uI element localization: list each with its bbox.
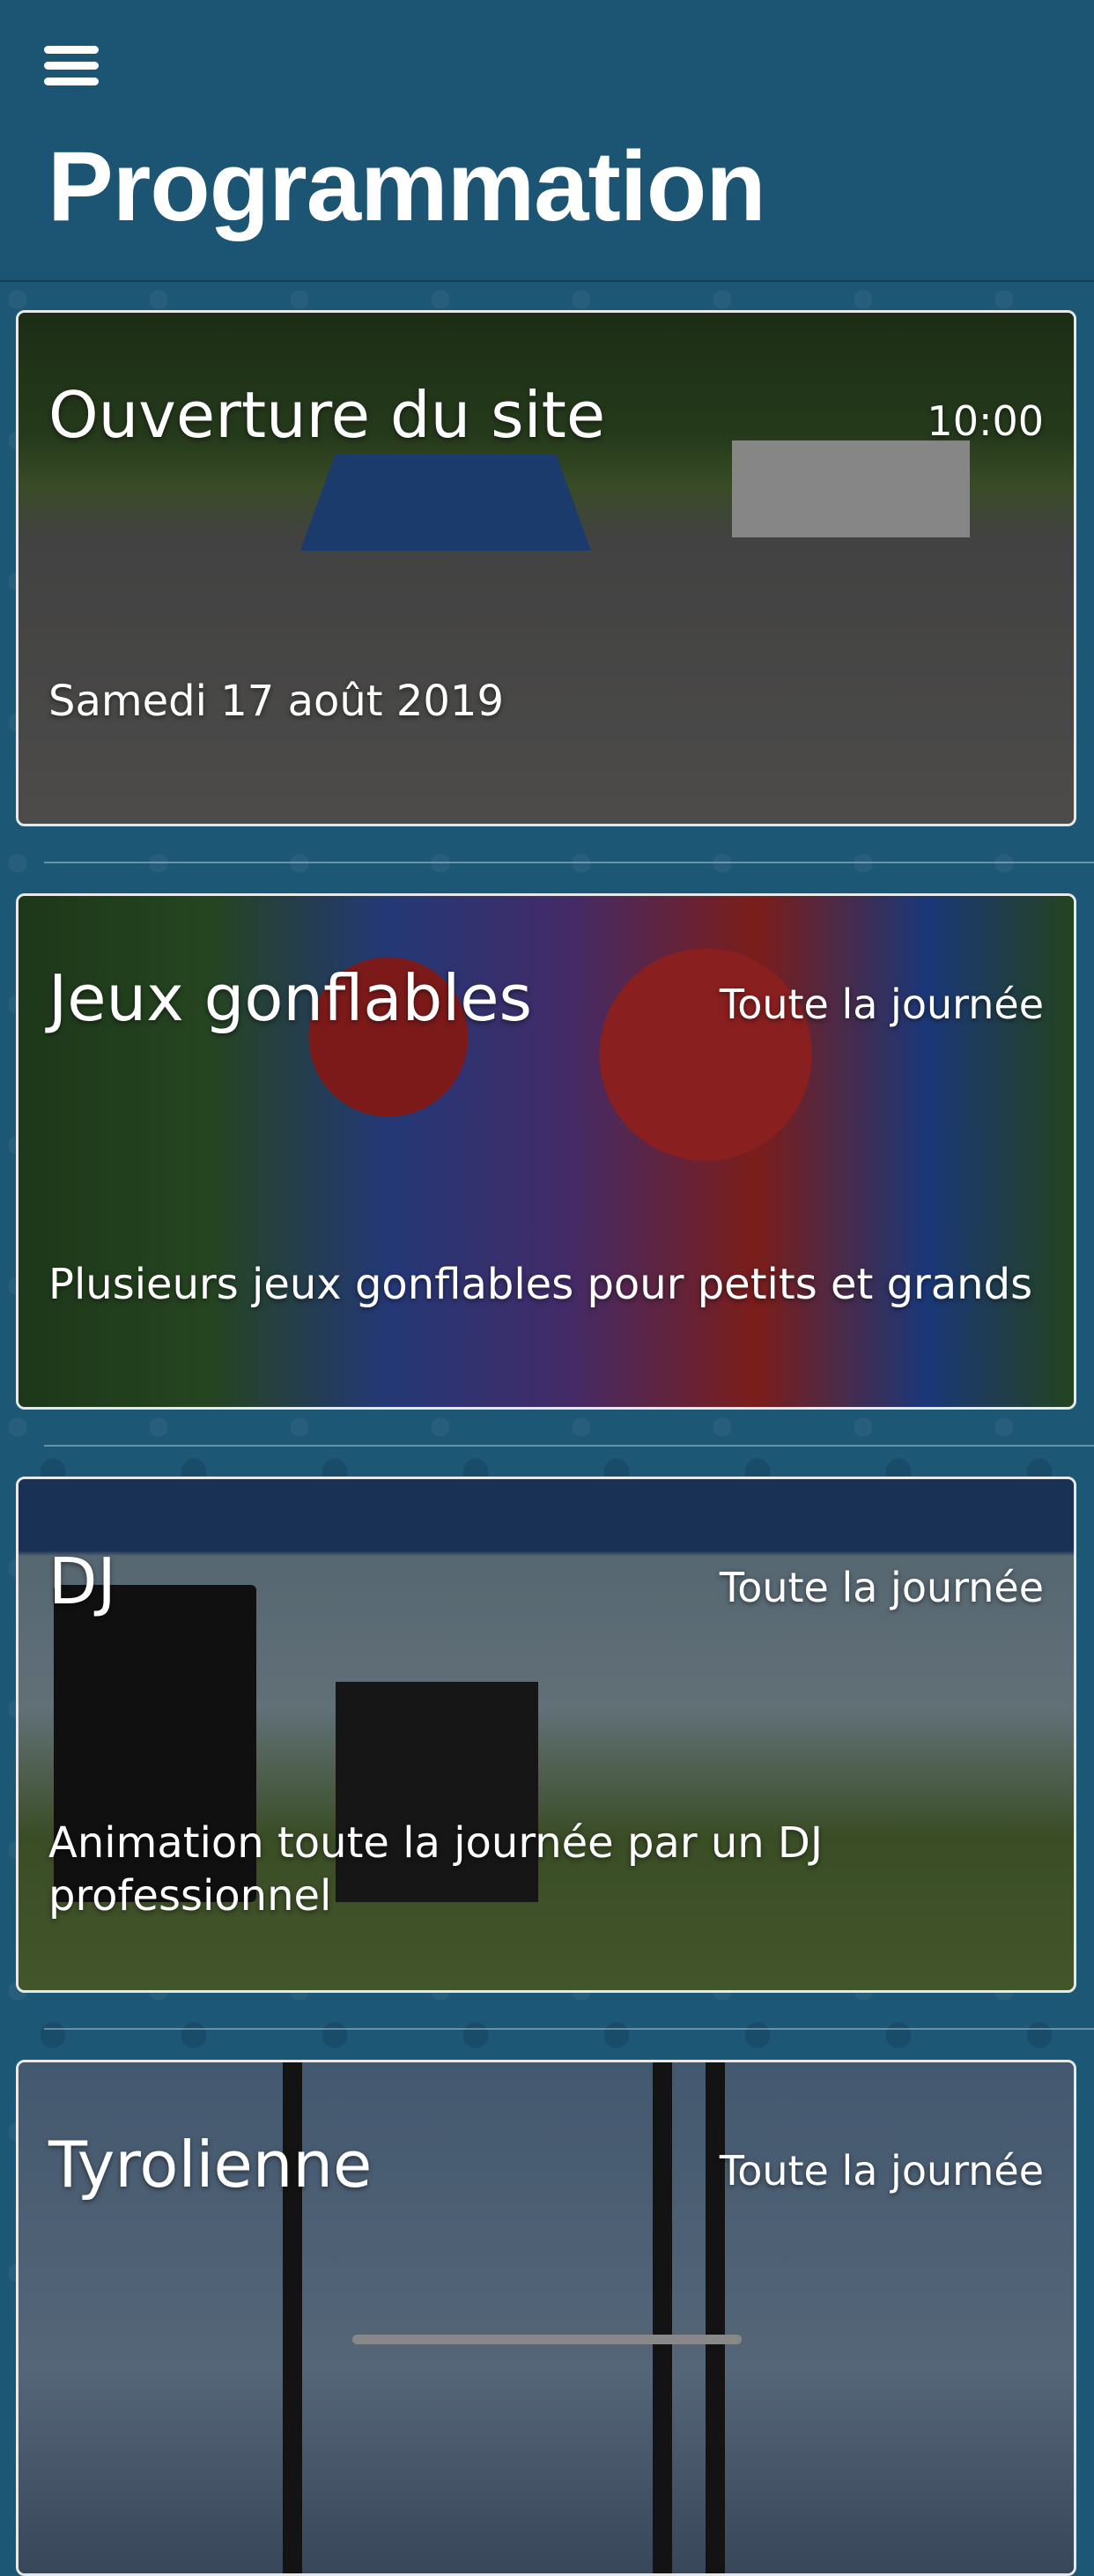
event-time: Toute la journée <box>719 981 1044 1028</box>
event-title: Ouverture du site <box>48 378 606 452</box>
event-card[interactable]: Jeux gonflables Toute la journée Plusieu… <box>16 893 1076 1410</box>
event-time: 10:00 <box>927 397 1044 445</box>
page-title: Programmation <box>48 131 766 241</box>
list-divider <box>44 862 1094 863</box>
event-title: Tyrolienne <box>48 2128 373 2202</box>
event-description: Plusieurs jeux gonflables pour petits et… <box>48 1260 1033 1309</box>
event-title: Jeux gonflables <box>48 961 533 1035</box>
event-card[interactable]: Ouverture du site 10:00 Samedi 17 août 2… <box>16 310 1076 826</box>
home-indicator[interactable] <box>352 2335 742 2344</box>
hamburger-menu-icon[interactable] <box>44 39 115 92</box>
event-description: Samedi 17 août 2019 <box>48 677 505 726</box>
app-header: Programmation <box>0 0 1094 282</box>
event-card[interactable]: Tyrolienne Toute la journée <box>16 2060 1076 2576</box>
event-title: DJ <box>48 1544 116 1618</box>
menu-bar-top <box>44 45 99 54</box>
list-divider <box>44 2028 1094 2030</box>
list-divider <box>44 1445 1094 1447</box>
menu-bar-bottom <box>44 77 99 85</box>
event-time: Toute la journée <box>719 1564 1044 1611</box>
event-description: Animation toute la journée par un DJ pro… <box>48 1818 824 1921</box>
event-card[interactable]: DJ Toute la journée Animation toute la j… <box>16 1477 1076 1993</box>
menu-bar-middle <box>44 61 99 70</box>
event-time: Toute la journée <box>719 2147 1044 2195</box>
